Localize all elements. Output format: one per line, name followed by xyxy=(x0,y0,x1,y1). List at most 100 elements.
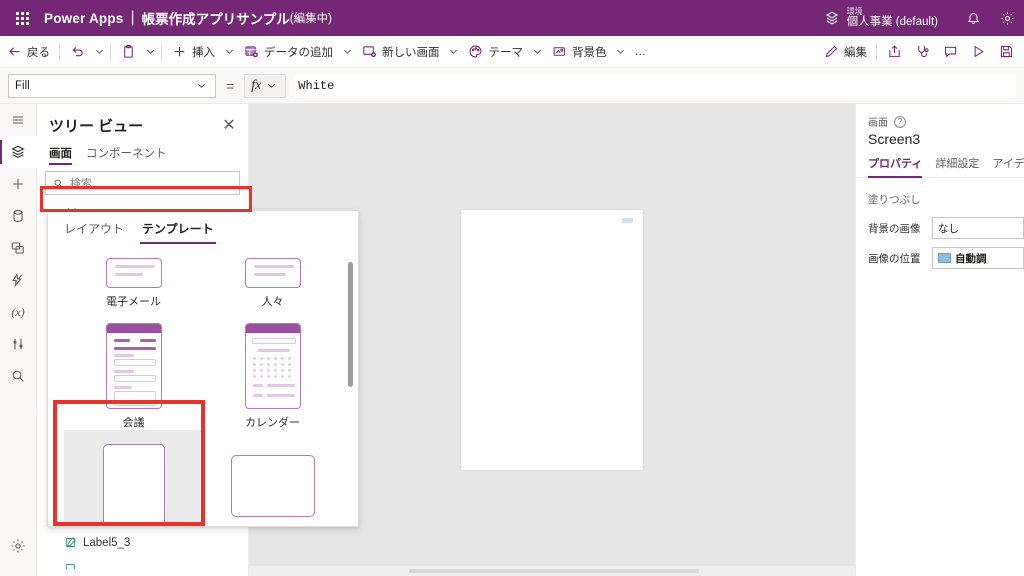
properties-tabs: プロパティ 詳細設定 アイデア xyxy=(856,155,1024,178)
undo-chevron-down-icon[interactable] xyxy=(91,40,107,64)
background-color-button[interactable]: 背景色 xyxy=(545,38,613,66)
power-automate-icon[interactable] xyxy=(0,264,37,296)
search-input[interactable]: 検索 xyxy=(45,171,240,195)
template-label: 会議 xyxy=(122,417,145,429)
preview-button[interactable] xyxy=(964,38,992,66)
search-icon[interactable] xyxy=(0,360,37,392)
template-item-email[interactable]: 電子メール xyxy=(64,244,203,309)
people-thumb xyxy=(244,244,301,288)
print-landscape-thumb xyxy=(230,444,315,526)
tab-template[interactable]: テンプレート xyxy=(140,220,216,244)
background-image-value: なし xyxy=(938,222,959,235)
add-data-chevron-down-icon[interactable] xyxy=(339,40,355,64)
property-row-image-position: 画像の位置 自動調 xyxy=(856,243,1024,273)
app-checker-button[interactable] xyxy=(908,38,936,66)
template-item-print-landscape[interactable]: 横長で印刷 xyxy=(203,430,342,526)
tab-properties[interactable]: プロパティ xyxy=(868,155,923,178)
paste-chevron-down-icon[interactable] xyxy=(142,40,158,64)
template-item-meeting[interactable]: 会議 xyxy=(64,309,203,430)
environment-icon xyxy=(824,10,840,26)
background-color-label: 背景色 xyxy=(572,46,607,59)
app-edit-state: (編集中) xyxy=(289,13,332,25)
power-apps-studio: Power Apps | 帳票作成アプリサンプル (編集中) 環境 個人事業 (… xyxy=(0,0,1024,576)
paste-button[interactable] xyxy=(114,38,142,66)
gear-icon[interactable] xyxy=(990,0,1024,36)
property-label: 画像の位置 xyxy=(868,252,921,265)
bell-icon[interactable] xyxy=(956,0,990,36)
properties-kind-row: 画面 ? xyxy=(856,114,1024,129)
help-icon[interactable]: ? xyxy=(894,115,906,128)
environment-selector[interactable]: 環境 個人事業 (default) xyxy=(824,7,938,29)
theme-label: テーマ xyxy=(488,46,524,59)
flyout-scroll-area[interactable]: 電子メール 人々 会議 カレンダー xyxy=(48,244,358,526)
close-icon[interactable]: ✕ xyxy=(218,114,240,136)
insert-button[interactable]: 挿入 xyxy=(165,38,221,66)
media-icon[interactable] xyxy=(0,232,37,264)
new-screen-template-flyout: レイアウト テンプレート 電子メール 人々 会議 カレンダー xyxy=(47,210,359,527)
property-label: 背景の画像 xyxy=(868,222,921,235)
fx-button[interactable]: fx xyxy=(244,73,287,98)
properties-kind-label: 画面 xyxy=(868,118,888,129)
add-data-button[interactable]: データの追加 xyxy=(237,38,339,66)
advanced-tools-icon[interactable] xyxy=(0,328,37,360)
template-item-people[interactable]: 人々 xyxy=(203,244,342,309)
flyout-scrollbar-thumb[interactable] xyxy=(348,262,353,387)
print-portrait-thumb xyxy=(102,444,165,526)
background-color-chevron-down-icon[interactable] xyxy=(613,40,629,64)
hamburger-menu-icon[interactable] xyxy=(0,104,37,136)
fx-chevron-down-icon[interactable] xyxy=(263,74,279,98)
canvas-horizontal-scrollbar[interactable] xyxy=(249,566,855,576)
overflow-button[interactable]: … xyxy=(629,38,653,66)
app-name[interactable]: 帳票作成アプリサンプル xyxy=(142,8,290,28)
comment-button[interactable] xyxy=(936,38,964,66)
back-button[interactable]: 戻る xyxy=(0,38,56,66)
brand-name[interactable]: Power Apps xyxy=(44,11,124,26)
template-item-print-portrait[interactable]: 縦長で印刷 xyxy=(64,430,203,526)
image-position-field[interactable]: 自動調 xyxy=(932,247,1024,269)
image-icon xyxy=(938,253,951,263)
insert-icon[interactable] xyxy=(0,168,37,200)
formula-input[interactable]: White xyxy=(294,73,1016,98)
environment-text: 環境 個人事業 (default) xyxy=(847,7,938,29)
tree-item-partial[interactable] xyxy=(37,554,249,576)
edit-mode-button[interactable]: 編集 xyxy=(817,38,873,66)
back-label: 戻る xyxy=(27,46,50,59)
chevron-down-icon[interactable] xyxy=(193,74,209,98)
save-button[interactable] xyxy=(992,38,1020,66)
label-control-icon xyxy=(65,537,76,548)
app-launcher-icon[interactable] xyxy=(0,11,44,25)
screen-preview[interactable] xyxy=(461,210,643,470)
insert-label: 挿入 xyxy=(192,46,215,59)
variables-icon[interactable]: (x) xyxy=(0,296,37,328)
new-screen-chevron-down-icon[interactable] xyxy=(446,40,462,64)
settings-gear-icon[interactable] xyxy=(0,530,37,562)
tree-view-icon[interactable] xyxy=(0,136,37,168)
edit-label: 編集 xyxy=(844,46,867,59)
tree-item-label5-3[interactable]: Label5_3 xyxy=(37,531,249,554)
title-bar: Power Apps | 帳票作成アプリサンプル (編集中) 環境 個人事業 (… xyxy=(0,0,1024,36)
fx-label: fx xyxy=(251,77,262,93)
new-screen-command-button[interactable]: 新しい画面 xyxy=(355,38,446,66)
tab-advanced[interactable]: 詳細設定 xyxy=(935,155,979,177)
background-image-field[interactable]: なし xyxy=(932,217,1024,239)
arrow-left-icon xyxy=(6,44,22,60)
theme-chevron-down-icon[interactable] xyxy=(529,40,545,64)
tab-layout[interactable]: レイアウト xyxy=(64,220,124,244)
undo-button[interactable] xyxy=(63,38,91,66)
template-item-calendar[interactable]: カレンダー xyxy=(203,309,342,430)
share-button[interactable] xyxy=(880,38,908,66)
property-row-background-image: 背景の画像 なし xyxy=(856,213,1024,243)
tab-components[interactable]: コンポーネント xyxy=(86,142,167,167)
tab-screens[interactable]: 画面 xyxy=(49,142,72,167)
image-position-value: 自動調 xyxy=(955,252,987,265)
plus-icon xyxy=(171,44,187,60)
theme-button[interactable]: テーマ xyxy=(462,38,530,66)
property-select[interactable]: Fill xyxy=(8,73,216,98)
canvas-scrollbar-thumb[interactable] xyxy=(409,569,699,573)
tab-ideas[interactable]: アイデア xyxy=(992,155,1024,177)
command-bar: 戻る 挿入 データの追加 新しい画面 テーマ 背景色 … 編集 xyxy=(0,36,1024,68)
template-label: 人々 xyxy=(261,296,284,308)
data-icon[interactable] xyxy=(0,200,37,232)
palette-icon xyxy=(468,44,484,60)
insert-chevron-down-icon[interactable] xyxy=(221,40,237,64)
